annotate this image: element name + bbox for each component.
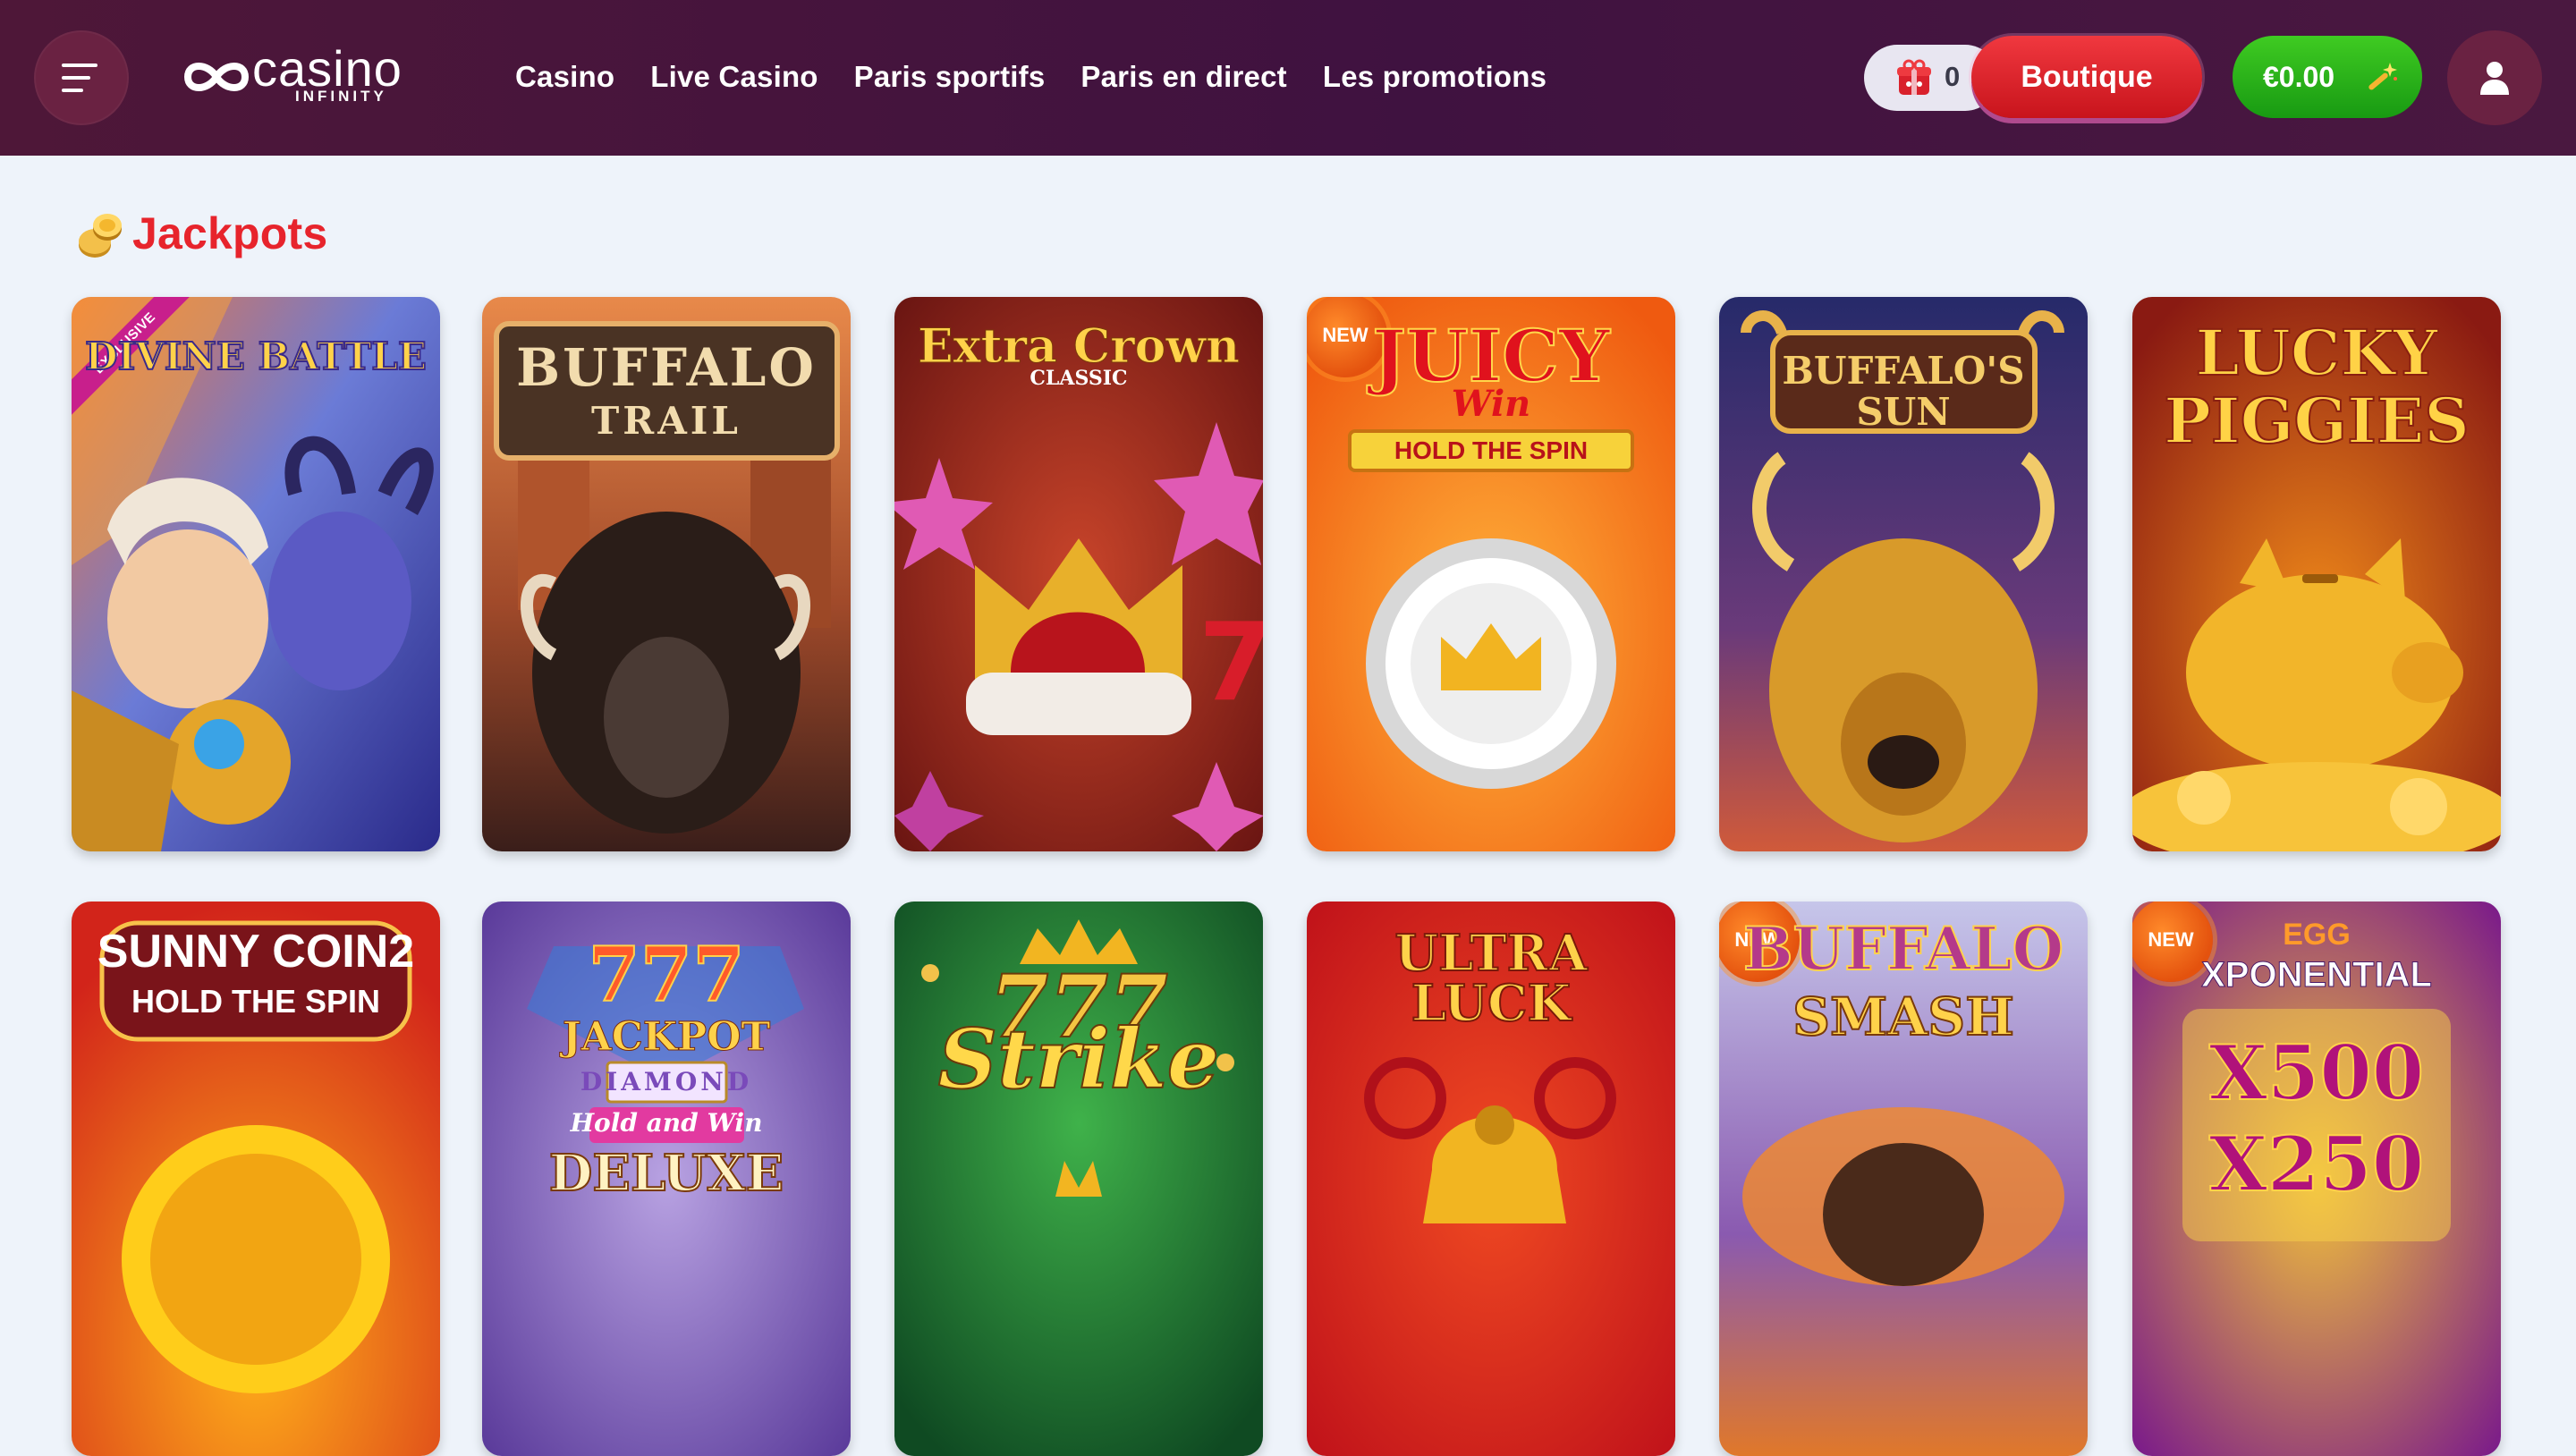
game-subtitle: CLASSIC: [1030, 367, 1128, 390]
gift-box-icon: [1897, 59, 1931, 95]
game-line-diamond: DIAMOND: [580, 1067, 753, 1096]
game-card-egg-xponential[interactable]: NEW EGG XPONENTIAL X500 X250: [2132, 902, 2501, 1456]
balance-amount: €0.00: [2263, 61, 2335, 93]
game-title: ULTRA LUCK: [1394, 924, 1588, 1033]
main-nav: Casino Live Casino Paris sportifs Paris …: [515, 55, 1582, 98]
casino-infinity-logo[interactable]: casino INFINITY: [181, 40, 463, 109]
logo-sub-text: INFINITY: [295, 88, 387, 105]
coins-count: 0: [1945, 61, 1961, 92]
user-account-button[interactable]: [2447, 30, 2542, 125]
nav-casino[interactable]: Casino: [515, 55, 614, 98]
game-multiplier-x250: X250: [2208, 1120, 2426, 1208]
game-title: LUCKY: [2194, 316, 2438, 390]
nav-paris-en-direct[interactable]: Paris en direct: [1080, 55, 1286, 98]
balance-button[interactable]: €0.00: [2233, 36, 2422, 118]
game-card-buffalo-smash[interactable]: NEW BUFFALO SMASH: [1719, 902, 2088, 1456]
menu-icon: [62, 63, 97, 92]
game-artwork: [1719, 902, 2088, 1456]
game-tagline: HOLD THE SPIN: [1394, 436, 1589, 464]
game-line-deluxe: DELUXE: [548, 1144, 785, 1203]
game-subtitle: SUN: [1856, 390, 1951, 434]
magic-wand-icon: [2368, 63, 2397, 90]
game-title: Extra Crown: [918, 319, 1241, 374]
user-icon: [2480, 62, 2509, 95]
game-title: EGG: [2283, 918, 2351, 952]
game-subtitle: Win: [1451, 383, 1531, 425]
game-card-buffalo-trail[interactable]: BUFFALO TRAIL: [482, 297, 851, 851]
game-artwork: [72, 297, 440, 851]
svg-text:7: 7: [1199, 601, 1263, 725]
game-card-extra-crown[interactable]: 7 Extra Crown CLASSIC: [894, 297, 1263, 851]
game-subtitle: XPONENTIAL: [2201, 955, 2433, 995]
nav-live-casino[interactable]: Live Casino: [650, 55, 818, 98]
section-title-text: Jackpots: [132, 208, 328, 258]
game-subtitle: Strike: [937, 1011, 1221, 1107]
game-title: BUFFALO: [1742, 914, 2064, 984]
menu-button[interactable]: [34, 30, 129, 125]
game-card-sunny-coin-2[interactable]: SUNNY COIN2 HOLD THE SPIN: [72, 902, 440, 1456]
game-multiplier-x500: X500: [2208, 1029, 2426, 1117]
game-card-777-jackpot-diamond-deluxe[interactable]: 777 JACKPOT DIAMOND Hold and Win DELUXE: [482, 902, 851, 1456]
game-card-juicy-win[interactable]: NEW JUICY Win HOLD THE SPIN: [1307, 297, 1675, 851]
game-title: DIVINE BATTLE: [84, 334, 428, 378]
game-line-hold-and-win: Hold and Win: [570, 1108, 763, 1138]
nav-paris-sportifs[interactable]: Paris sportifs: [854, 55, 1046, 98]
game-subtitle: HOLD THE SPIN: [131, 983, 380, 1020]
game-subtitle: JACKPOT: [562, 1014, 771, 1060]
game-subtitle: TRAIL: [591, 399, 741, 443]
infinity-logo-icon: [183, 63, 250, 91]
game-card-777-strike[interactable]: 777 Strike: [894, 902, 1263, 1456]
game-card-buffalos-sun[interactable]: BUFFALO'S SUN: [1719, 297, 2088, 851]
game-title: 777: [587, 930, 745, 1019]
game-subtitle: PIGGIES: [2163, 384, 2470, 458]
game-title: BUFFALO: [516, 337, 817, 398]
top-header: casino INFINITY Casino Live Casino Paris…: [0, 0, 2576, 156]
game-subtitle: SMASH: [1792, 986, 2015, 1047]
boutique-button[interactable]: Boutique: [1971, 36, 2202, 118]
game-card-ultra-luck[interactable]: ULTRA LUCK: [1307, 902, 1675, 1456]
coins-icon: [79, 214, 122, 258]
game-card-divine-battle[interactable]: EXCLUSIVE DIVINE BATTLE: [72, 297, 440, 851]
game-title: BUFFALO'S: [1782, 349, 2025, 393]
nav-les-promotions[interactable]: Les promotions: [1323, 55, 1546, 98]
jackpots-section-title: Jackpots: [73, 202, 327, 265]
game-card-lucky-piggies[interactable]: LUCKY PIGGIES: [2132, 297, 2501, 851]
game-title: JUICY: [1371, 314, 1611, 398]
game-title: SUNNY COIN2: [97, 926, 415, 978]
